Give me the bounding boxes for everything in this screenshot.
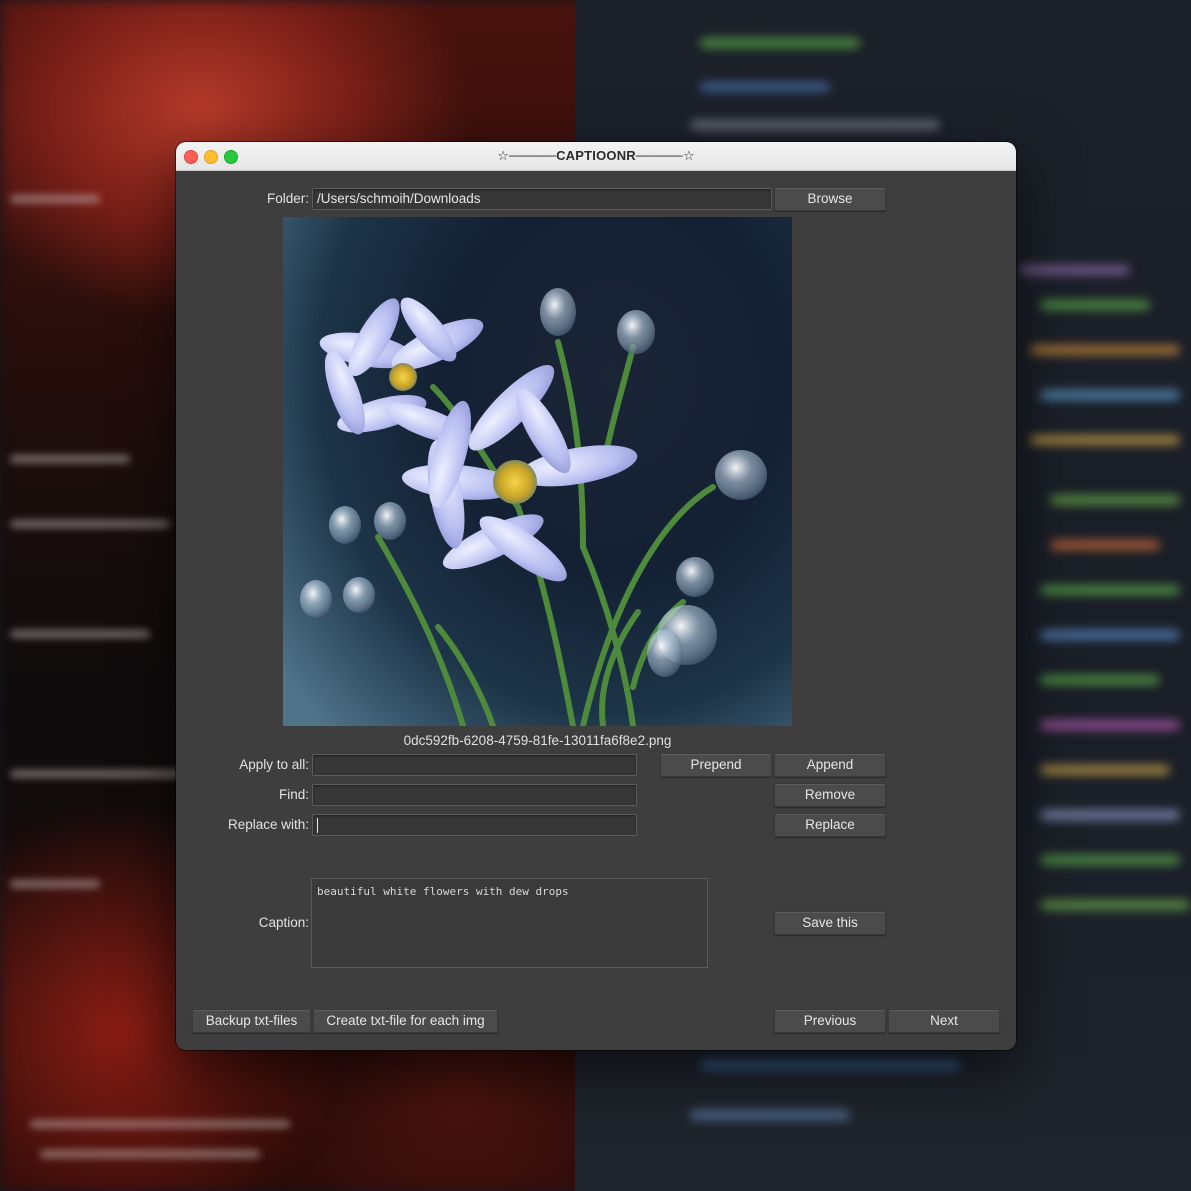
remove-button[interactable]: Remove <box>774 783 886 807</box>
window-title: ☆─────CAPTIOONR─────☆ <box>497 148 695 163</box>
find-label: Find: <box>278 787 309 802</box>
prepend-button[interactable]: Prepend <box>660 753 772 777</box>
flower-image <box>300 288 767 726</box>
folder-label: Folder: <box>266 191 309 206</box>
replace-button[interactable]: Replace <box>774 813 886 837</box>
title-bar[interactable]: ☆─────CAPTIOONR─────☆ <box>176 142 1016 171</box>
caption-textarea[interactable]: beautiful white flowers with dew drops <box>311 878 708 968</box>
save-this-button[interactable]: Save this <box>774 911 886 935</box>
append-button[interactable]: Append <box>774 753 886 777</box>
apply-to-all-input[interactable] <box>312 754 637 776</box>
text-cursor <box>317 817 318 833</box>
create-txt-file-button[interactable]: Create txt-file for each img <box>313 1009 498 1033</box>
replace-with-input[interactable] <box>312 814 637 836</box>
find-input[interactable] <box>312 784 637 806</box>
captioonr-window: ☆─────CAPTIOONR─────☆ Folder: /Users/sch… <box>176 142 1016 1050</box>
apply-to-all-label: Apply to all: <box>239 757 309 772</box>
browse-button[interactable]: Browse <box>774 187 886 211</box>
previous-button[interactable]: Previous <box>774 1009 886 1033</box>
folder-path-field[interactable]: /Users/schmoih/Downloads <box>312 188 772 210</box>
image-filename: 0dc592fb-6208-4759-81fe-13011fa6f8e2.png <box>403 733 672 748</box>
image-preview <box>283 217 792 726</box>
next-button[interactable]: Next <box>888 1009 1000 1033</box>
backup-txt-files-button[interactable]: Backup txt-files <box>192 1009 311 1033</box>
replace-with-label: Replace with: <box>227 817 309 832</box>
caption-label: Caption: <box>258 915 309 930</box>
